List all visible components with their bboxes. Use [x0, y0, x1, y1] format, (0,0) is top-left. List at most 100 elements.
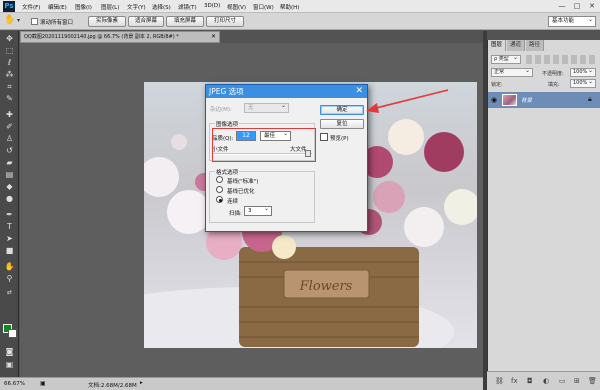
quality-highlight-box: [212, 128, 316, 162]
scroll-all-windows-checkbox[interactable]: [31, 18, 38, 25]
menu-3d[interactable]: 3D(D): [204, 3, 220, 9]
link-layers-icon[interactable]: ⛓: [495, 377, 504, 385]
menu-edit[interactable]: 编辑(E): [48, 3, 67, 11]
new-layer-icon[interactable]: ⊞: [574, 377, 580, 385]
marquee-tool-icon[interactable]: ⬚: [3, 45, 16, 56]
tab-layers[interactable]: 图层: [488, 40, 507, 51]
path-select-icon[interactable]: ➤: [3, 233, 16, 244]
lasso-tool-icon[interactable]: ℓ: [3, 57, 16, 68]
layers-panel: 图层 通道 路径 ρ 类型 正常 不透明度: 100% 锁定: 填充: 100%…: [487, 40, 600, 371]
menu-type[interactable]: 文字(Y): [127, 3, 146, 11]
preview-label[interactable]: 预览(P): [330, 134, 349, 142]
magic-wand-icon[interactable]: ⁂: [3, 69, 16, 80]
opacity-input[interactable]: 100%: [570, 68, 596, 77]
history-brush-icon[interactable]: ↺: [3, 145, 16, 156]
blend-mode-select[interactable]: 正常: [491, 68, 533, 77]
type-tool-icon[interactable]: T: [3, 221, 16, 232]
background-color-swatch[interactable]: [8, 329, 17, 338]
matte-label: 杂边(M):: [210, 107, 232, 113]
basket-label-text: Flowers: [299, 279, 353, 294]
status-menu-arrow-icon[interactable]: ▸: [140, 380, 143, 386]
menu-image[interactable]: 图像(I): [75, 3, 92, 11]
hand-tool-preset-icon[interactable]: ✋: [4, 15, 15, 25]
progressive-radio[interactable]: [216, 196, 223, 203]
new-group-icon[interactable]: ▭: [559, 377, 566, 385]
layer-kind-filter[interactable]: ρ 类型: [491, 55, 521, 64]
scan-label: 扫描:: [229, 211, 242, 217]
layer-thumbnail: [502, 94, 517, 106]
layer-filter-icons[interactable]: [526, 55, 598, 64]
fill-input[interactable]: 100%: [570, 79, 596, 88]
fit-screen-button[interactable]: 适合屏幕: [128, 16, 164, 27]
fill-screen-button[interactable]: 填充屏幕: [166, 16, 204, 27]
actual-pixels-button[interactable]: 实际像素: [88, 16, 126, 27]
status-icon: ▣: [40, 380, 46, 387]
menu-help[interactable]: 帮助(H): [280, 3, 299, 11]
menu-select[interactable]: 选择(S): [152, 3, 171, 11]
minimize-icon[interactable]: —: [555, 1, 569, 12]
add-mask-icon[interactable]: ◘: [527, 377, 533, 385]
close-window-icon[interactable]: ✕: [585, 1, 599, 12]
annotation-arrow-icon: [366, 89, 449, 113]
workspace-select[interactable]: 基本功能: [548, 15, 596, 27]
shape-tool-icon[interactable]: ■: [3, 245, 16, 256]
adjustment-layer-icon[interactable]: ◐: [543, 377, 549, 385]
progressive-label[interactable]: 连续: [227, 197, 238, 205]
swap-colors-icon[interactable]: ⇄: [3, 287, 16, 298]
hand-tool-icon[interactable]: ✋: [3, 261, 16, 272]
zoom-level[interactable]: 66.67%: [4, 381, 25, 387]
chevron-down-icon[interactable]: ▾: [17, 17, 20, 24]
dodge-tool-icon[interactable]: ●: [3, 193, 16, 204]
options-bar: ✋ ▾ 滚动所有窗口 实际像素 适合屏幕 填充屏幕 打印尺寸 基本功能: [0, 13, 600, 30]
document-tab-title: QQ截图20201119002140.jpg @ 66.7% (背景 副本 2,…: [24, 34, 179, 40]
menu-layer[interactable]: 图层(L): [101, 3, 119, 11]
trash-icon[interactable]: 🗑︎: [588, 377, 597, 385]
matte-select[interactable]: 无: [244, 102, 289, 113]
lock-icon: 🔒︎: [588, 95, 592, 103]
layer-name[interactable]: 背景: [521, 96, 532, 104]
menu-filter[interactable]: 滤镜(T): [178, 3, 197, 11]
menu-view[interactable]: 视图(V): [227, 3, 246, 11]
close-tab-icon[interactable]: ✕: [211, 32, 216, 42]
document-tab[interactable]: QQ截图20201119002140.jpg @ 66.7% (背景 副本 2,…: [20, 31, 220, 43]
baseline-standard-label[interactable]: 基线("标准"): [227, 177, 258, 185]
opacity-label: 不透明度:: [542, 71, 564, 77]
screen-mode-icon[interactable]: ▣: [3, 359, 16, 370]
brush-tool-icon[interactable]: ✐: [3, 121, 16, 132]
quick-mask-icon[interactable]: ◙: [3, 346, 16, 357]
crop-tool-icon[interactable]: ⌗: [3, 81, 16, 92]
document-info: 文档:2.68M/2.68M: [88, 383, 137, 389]
baseline-optimized-label[interactable]: 基线已优化: [227, 187, 255, 195]
baseline-standard-radio[interactable]: [216, 176, 223, 183]
clone-stamp-icon[interactable]: ♙: [3, 133, 16, 144]
tools-panel: ✥ ⬚ ℓ ⁂ ⌗ ✎ ✚ ✐ ♙ ↺ ▰ ▤ ◆ ● ✒ T ➤ ■ ✋ ⚲ …: [0, 31, 19, 377]
menu-window[interactable]: 窗口(W): [253, 3, 274, 11]
pen-tool-icon[interactable]: ✒: [3, 209, 16, 220]
eyedropper-icon[interactable]: ✎: [3, 93, 16, 104]
zoom-tool-icon[interactable]: ⚲: [3, 273, 16, 284]
blur-tool-icon[interactable]: ◆: [3, 181, 16, 192]
image-options-title: 图像选项: [215, 120, 240, 128]
scan-select[interactable]: 3: [244, 205, 272, 216]
tab-paths[interactable]: 路径: [526, 40, 545, 51]
status-bar: 66.67% ▣ 文档:2.68M/2.68M ▸: [0, 377, 483, 390]
healing-brush-icon[interactable]: ✚: [3, 109, 16, 120]
layer-style-icon[interactable]: fx: [511, 377, 518, 385]
baseline-optimized-radio[interactable]: [216, 186, 223, 193]
lock-label: 锁定:: [491, 82, 503, 88]
gradient-tool-icon[interactable]: ▤: [3, 169, 16, 180]
eraser-icon[interactable]: ▰: [3, 157, 16, 168]
layers-panel-footer: ⛓ fx ◘ ◐ ▭ ⊞ 🗑︎: [487, 371, 600, 390]
layer-row[interactable]: ◉ 背景 🔒︎: [488, 92, 600, 108]
dialog-title: JPEG 选项: [209, 87, 244, 96]
move-tool-icon[interactable]: ✥: [3, 33, 16, 44]
eye-icon[interactable]: ◉: [491, 96, 497, 104]
tab-channels[interactable]: 通道: [507, 40, 526, 51]
maximize-icon[interactable]: □: [570, 1, 584, 12]
preview-checkbox[interactable]: [320, 133, 328, 141]
menu-bar: Ps 文件(F) 编辑(E) 图像(I) 图层(L) 文字(Y) 选择(S) 滤…: [0, 0, 600, 13]
menu-file[interactable]: 文件(F): [22, 3, 40, 11]
scroll-all-windows-label: 滚动所有窗口: [40, 20, 74, 26]
print-size-button[interactable]: 打印尺寸: [206, 16, 244, 27]
format-options-title: 格式选项: [215, 168, 240, 176]
